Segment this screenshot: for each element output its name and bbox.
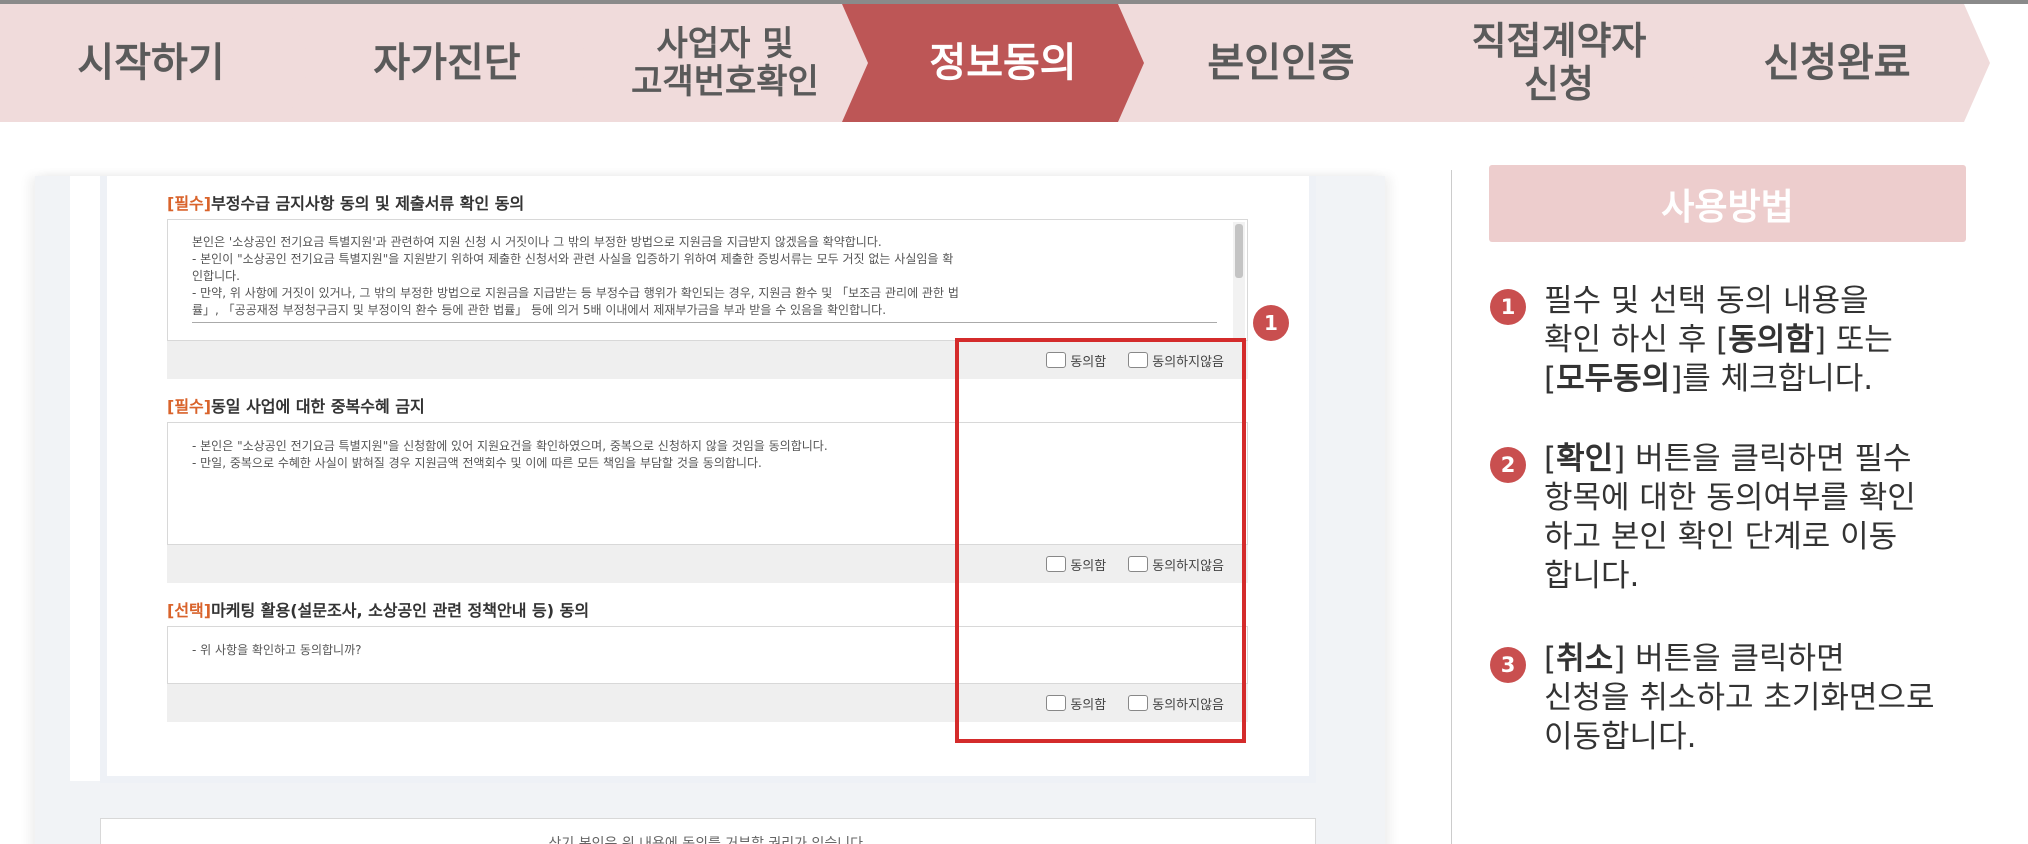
terms-line: 본인은 '소상공인 전기요금 특별지원'과 관련하여 지원 신청 시 거짓이나 … bbox=[192, 235, 882, 249]
required-tag: [필수] bbox=[167, 194, 212, 213]
section-title-text: 부정수급 금지사항 동의 및 제출서류 확인 동의 bbox=[211, 194, 525, 213]
section-title-text: 동일 사업에 대한 중복수혜 금지 bbox=[211, 397, 425, 416]
step-7: 신청완료 bbox=[1763, 39, 1911, 86]
table-header-line bbox=[192, 322, 1217, 323]
howto-title: 사용방법 bbox=[1489, 165, 1966, 242]
step-5: 본인인증 bbox=[1207, 39, 1355, 86]
help-number-badge: 3 bbox=[1490, 647, 1526, 683]
help-number-badge: 2 bbox=[1490, 447, 1526, 483]
help-text: [확인] 버튼을 클릭하면 필수 항목에 대한 동의여부를 확인 하고 본인 확… bbox=[1544, 441, 1916, 594]
section-title-marketing: [선택]마케팅 활용(설문조사, 소상공인 관련 정책안내 등) 동의 bbox=[167, 597, 589, 621]
terms-text-box[interactable]: 본인은 '소상공인 전기요금 특별지원'과 관련하여 지원 신청 시 거짓이나 … bbox=[167, 219, 1248, 341]
help-item-3: 3 [취소] 버튼을 클릭하면 신청을 취소하고 초기화면으로 이동합니다. bbox=[1490, 640, 2010, 760]
step-6: 직접계약자 신청 bbox=[1471, 19, 1647, 106]
section-title-duplicate: [필수]동일 사업에 대한 중복수혜 금지 bbox=[167, 393, 425, 417]
section-title-text: 마케팅 활용(설문조사, 소상공인 관련 정책안내 등) 동의 bbox=[211, 601, 590, 620]
terms-line: - 만약, 위 사항에 거짓이 있거나, 그 밖의 부정한 방법으로 지원금을 … bbox=[192, 286, 959, 300]
scrollbar-thumb[interactable] bbox=[1235, 224, 1243, 278]
help-item-1: 1 필수 및 선택 동의 내용을 확인 하신 후 [동의함] 또는 [모두동의]… bbox=[1490, 282, 2010, 402]
step-1: 시작하기 bbox=[77, 39, 225, 86]
help-text: 필수 및 선택 동의 내용을 확인 하신 후 [동의함] 또는 [모두동의]를 … bbox=[1544, 283, 1893, 397]
bottom-notice-text: 상기 본인은 위 내용에 동의를 거부할 권리가 있습니다. bbox=[548, 836, 868, 844]
step-2: 자가진단 bbox=[373, 39, 521, 86]
optional-tag: [선택] bbox=[167, 601, 212, 620]
highlight-box bbox=[955, 338, 1246, 743]
required-tag: [필수] bbox=[167, 397, 212, 416]
terms-line: - 본인이 "소상공인 전기요금 특별지원"을 지원받기 위하여 제출한 신청서… bbox=[192, 252, 954, 266]
step-4: 정보동의 bbox=[929, 39, 1077, 86]
step-progress-bar: 시작하기 자가진단 사업자 및 고객번호확인 정보동의 본인인증 직접계약자 신… bbox=[0, 0, 2028, 126]
step-3: 사업자 및 고객번호확인 bbox=[631, 23, 819, 102]
terms-line: 률」, 「공공재정 부정청구금지 및 부정이익 환수 등에 관한 법률」 등에 … bbox=[192, 303, 887, 317]
vertical-divider bbox=[1451, 170, 1452, 844]
help-text: [취소] 버튼을 클릭하면 신청을 취소하고 초기화면으로 이동합니다. bbox=[1544, 641, 1935, 755]
help-number-badge: 1 bbox=[1490, 289, 1526, 325]
help-item-2: 2 [확인] 버튼을 클릭하면 필수 항목에 대한 동의여부를 확인 하고 본인… bbox=[1490, 440, 2010, 600]
callout-badge-1: 1 bbox=[1253, 305, 1289, 341]
terms-line: 인합니다. bbox=[192, 269, 240, 283]
scrollbar[interactable] bbox=[1233, 222, 1245, 340]
bottom-notice-box: 상기 본인은 위 내용에 동의를 거부할 권리가 있습니다. bbox=[100, 818, 1316, 844]
section-title-fraud: [필수]부정수급 금지사항 동의 및 제출서류 확인 동의 bbox=[167, 190, 524, 214]
